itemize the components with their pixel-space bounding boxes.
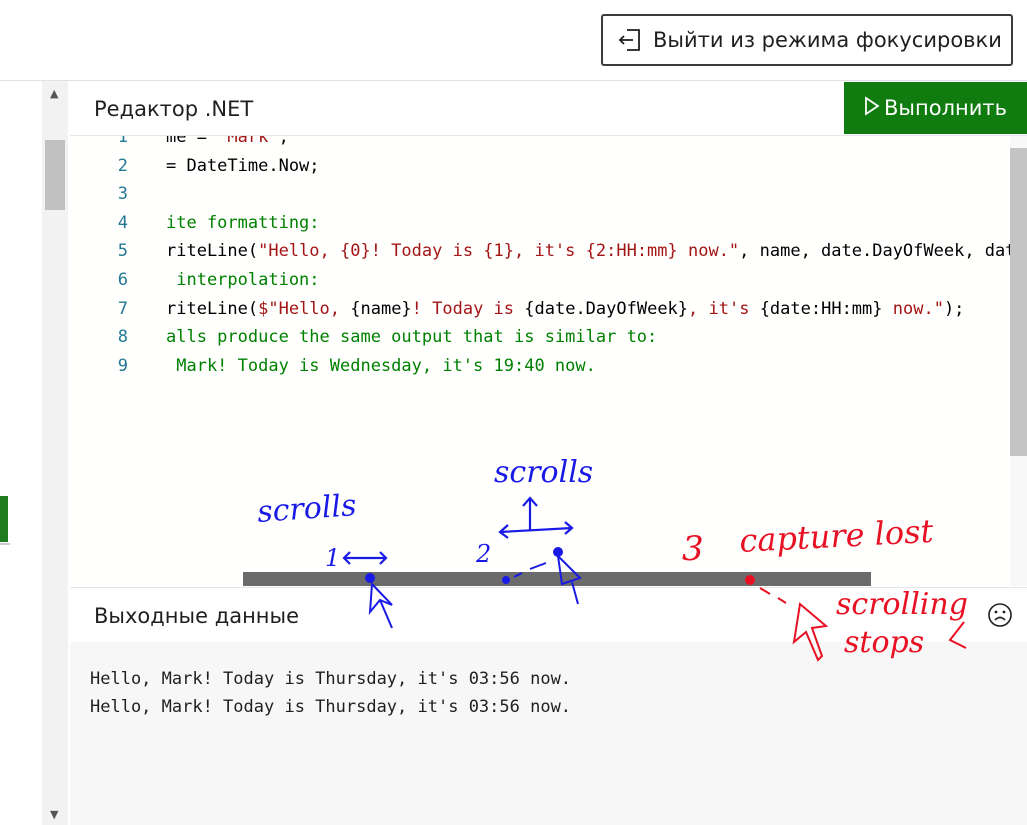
output-line: Hello, Mark! Today is Thursday, it's 03:… (90, 697, 572, 717)
scrollbar-thumb[interactable] (1010, 148, 1027, 456)
code-token: me = (166, 136, 218, 147)
code-token: {date.DayOfWeek} (524, 298, 689, 319)
editor-horizontal-scrollbar[interactable] (243, 572, 871, 586)
line-number: 8 (117, 327, 128, 348)
output-header: Выходные данные (70, 587, 1027, 643)
code-token: ! Today is (411, 298, 525, 319)
code-token: alls produce the same output that is sim… (166, 327, 658, 348)
code-token: now." (882, 298, 944, 319)
exit-icon (615, 25, 645, 55)
code-token: "Hello, {0}! Today is {1}, it's {2:HH:mm… (258, 241, 740, 262)
scroll-up-icon[interactable]: ▲ (50, 87, 58, 100)
code-text: me = "Mark"; (166, 136, 289, 147)
output-panel: Hello, Mark! Today is Thursday, it's 03:… (70, 642, 1027, 825)
side-scrollbar[interactable]: ▲ ▼ (42, 81, 68, 825)
code-token: {name} (350, 298, 412, 319)
play-icon (864, 95, 880, 121)
feedback-icon[interactable] (987, 602, 1013, 628)
scroll-down-icon[interactable]: ▼ (50, 808, 58, 821)
line-number: 6 (117, 270, 128, 290)
code-token: "Mark" (217, 136, 279, 147)
line-number: 7 (117, 298, 128, 319)
code-text: Mark! Today is Wednesday, it's 19:40 now… (166, 356, 596, 376)
code-token: , it's (688, 298, 760, 319)
side-panel-green-tab[interactable] (0, 496, 8, 542)
line-number: 5 (117, 241, 128, 262)
code-text: interpolation: (166, 270, 320, 290)
line-number: 1 (117, 136, 128, 147)
top-bar: Выйти из режима фокусировки (0, 0, 1027, 81)
exit-focus-mode-label: Выйти из режима фокусировки (653, 28, 1002, 52)
code-token: Mark! Today is Wednesday, it's 19:40 now… (166, 355, 596, 376)
code-editor[interactable]: 1 me = "Mark"; 2 = DateTime.Now; 3 4 ite forma… (70, 136, 1010, 586)
line-number: 4 (117, 212, 128, 233)
code-text: ite formatting: (166, 213, 320, 233)
code-token: = DateTime.Now; (166, 155, 320, 176)
code-token: riteLine( (166, 241, 259, 262)
output-line: Hello, Mark! Today is Thursday, it's 03:… (90, 669, 572, 689)
code-token: interpolation: (166, 270, 320, 290)
code-token: {date:HH:mm} (759, 298, 883, 319)
output-title: Выходные данные (94, 604, 300, 628)
code-token: , name, date.DayOfWeek, date); (739, 241, 1010, 262)
code-token: $"Hello, (258, 298, 351, 319)
scrollbar-thumb[interactable] (45, 140, 65, 210)
code-token: ; (278, 136, 289, 147)
code-token: ); (943, 298, 965, 319)
code-token: riteLine( (166, 298, 259, 319)
divider (0, 543, 10, 545)
code-text: riteLine("Hello, {0}! Today is {1}, it's… (166, 241, 1010, 261)
code-text: alls produce the same output that is sim… (166, 327, 657, 347)
line-number: 9 (117, 355, 128, 376)
side-panel (0, 81, 43, 825)
run-button[interactable]: Выполнить (844, 82, 1027, 134)
line-number: 3 (117, 184, 128, 205)
run-button-label: Выполнить (884, 96, 1007, 120)
editor-title: Редактор .NET (94, 97, 254, 121)
line-number: 2 (117, 155, 128, 176)
exit-focus-mode-button[interactable]: Выйти из режима фокусировки (601, 14, 1013, 66)
code-text: = DateTime.Now; (166, 156, 320, 176)
code-text: riteLine($"Hello, {name}! Today is {date… (166, 299, 964, 319)
editor-header: Редактор .NET Выполнить (70, 81, 1027, 136)
code-token: ite formatting: (166, 212, 320, 233)
editor-vertical-scrollbar[interactable] (1010, 136, 1027, 586)
